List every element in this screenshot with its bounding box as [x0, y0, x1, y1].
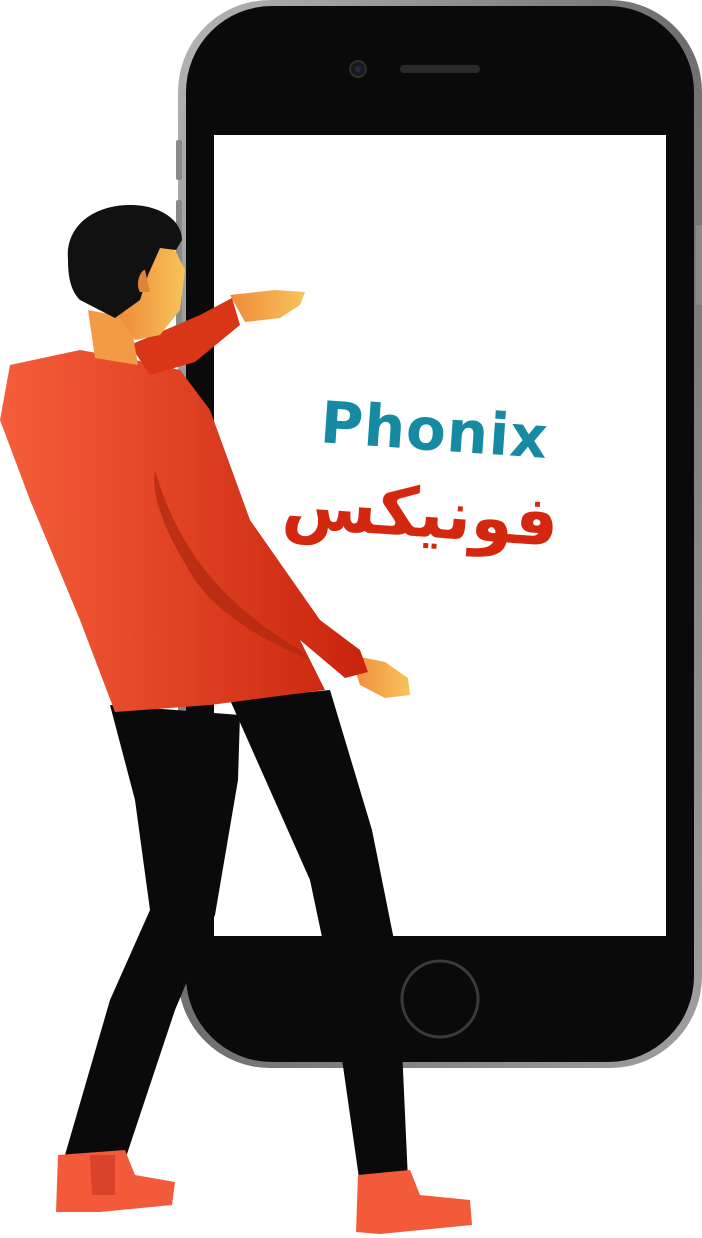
- illustration-stage: Phonix فونیکس: [0, 0, 702, 1238]
- scene-svg: [0, 0, 702, 1234]
- home-button-icon: [400, 959, 480, 1039]
- logo-text-ar: فونیکس: [280, 464, 562, 563]
- speaker-icon: [400, 65, 480, 73]
- brand-logo: Phonix فونیکس: [280, 386, 566, 604]
- shoe-right: [356, 1170, 472, 1234]
- shoe-left: [56, 1150, 175, 1212]
